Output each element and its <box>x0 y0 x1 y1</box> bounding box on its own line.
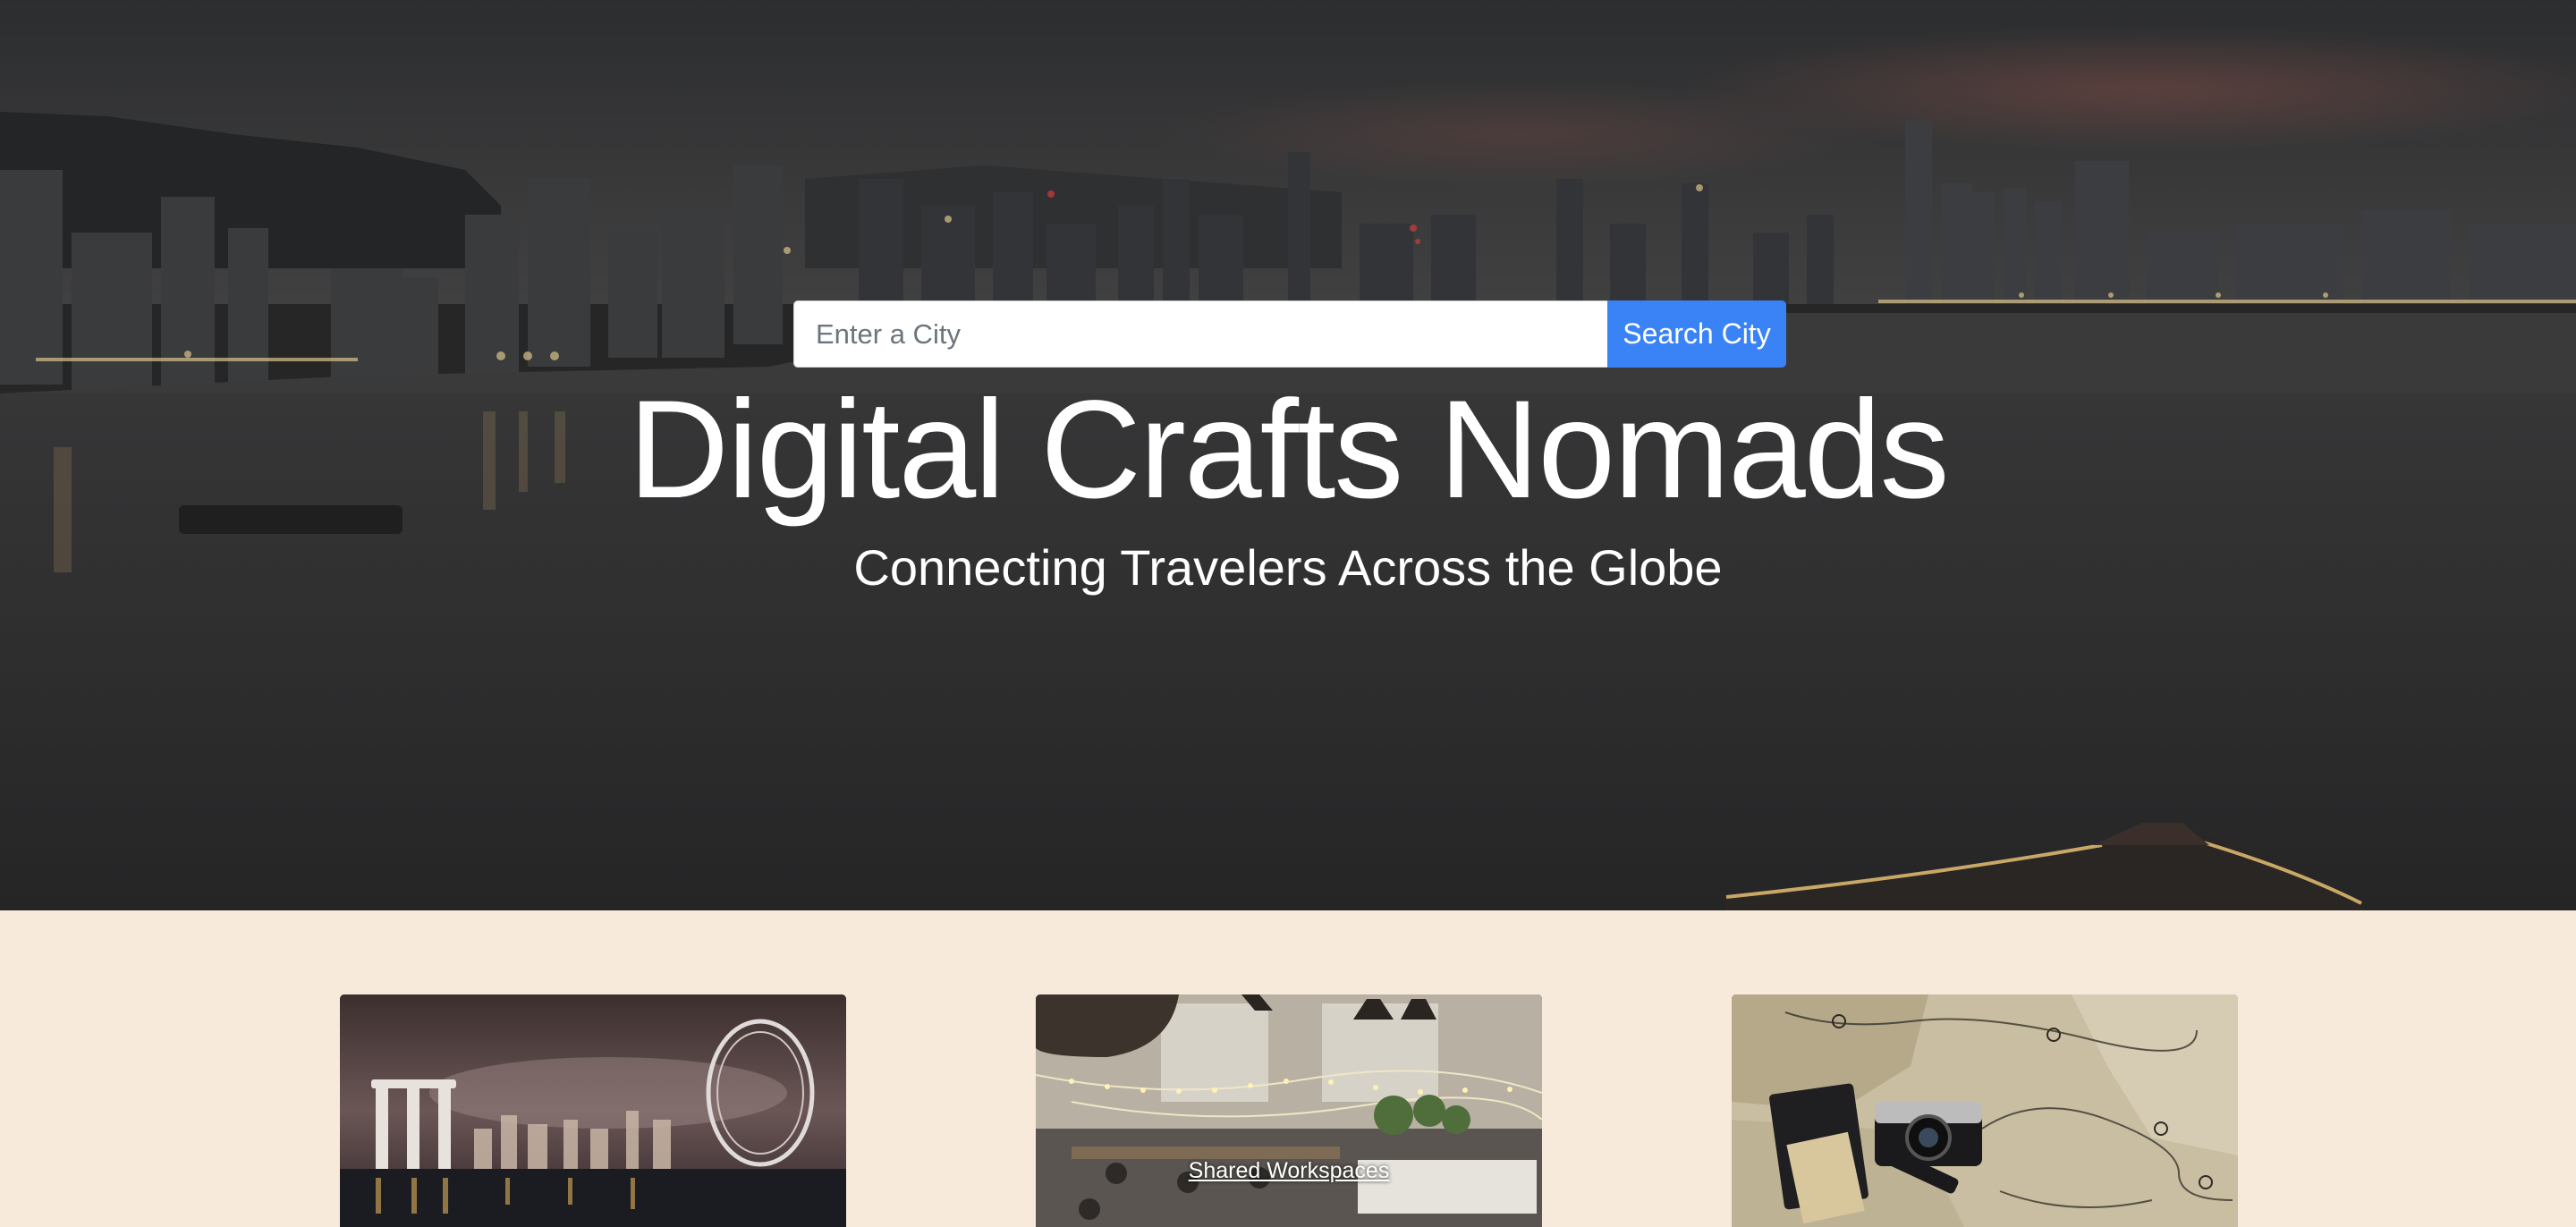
search-city-button[interactable]: Search City <box>1607 300 1786 368</box>
feature-card-workspaces[interactable]: Shared Workspaces <box>1036 994 1542 1227</box>
feature-cards-section: Shared Workspaces <box>0 910 2576 1227</box>
city-skyline-image <box>340 994 846 1227</box>
feature-card-city[interactable] <box>340 994 846 1227</box>
travel-map-image <box>1732 994 2238 1227</box>
site-title: Digital Crafts Nomads <box>628 372 1949 528</box>
card-caption[interactable]: Shared Workspaces <box>1036 1157 1542 1184</box>
coworking-space-image <box>1036 994 1542 1227</box>
city-search-input[interactable] <box>793 300 1607 368</box>
site-subtitle: Connecting Travelers Across the Globe <box>853 539 1723 596</box>
hero-section: Search City Digital Crafts Nomads Connec… <box>0 0 2576 910</box>
city-search-form: Search City <box>793 300 1786 368</box>
feature-card-travel[interactable] <box>1732 994 2238 1227</box>
